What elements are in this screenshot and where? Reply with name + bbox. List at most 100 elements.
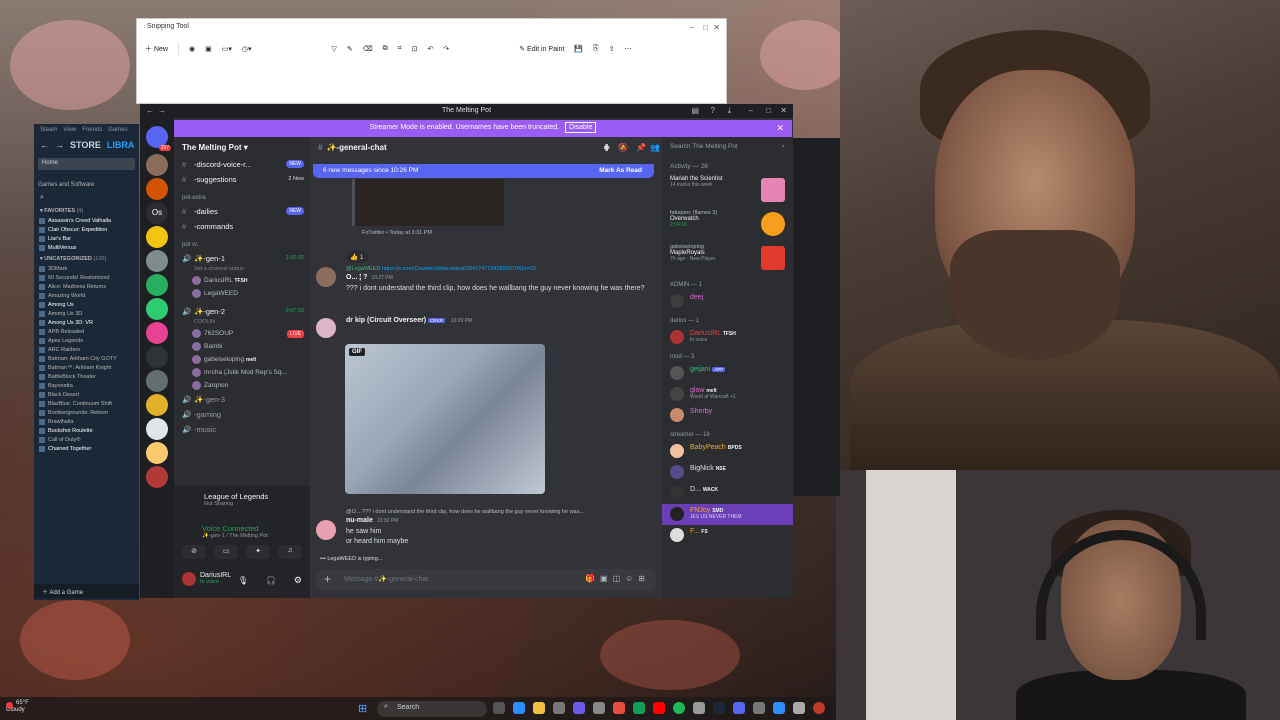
save-icon[interactable]: 💾 bbox=[574, 45, 583, 53]
threads-icon[interactable]: ⋕ bbox=[603, 143, 610, 152]
game-item[interactable]: BattleBlock Theater bbox=[34, 372, 139, 381]
voice-channel[interactable]: 🔊 -music bbox=[174, 422, 310, 437]
voice-user[interactable]: mrcha (Jstik Mod Rep's Sq... bbox=[174, 366, 310, 379]
notification-icon[interactable]: 🔕 bbox=[618, 143, 628, 152]
avatar[interactable] bbox=[316, 267, 336, 287]
activities-icon[interactable]: ✦ bbox=[246, 545, 270, 559]
opera-icon[interactable] bbox=[613, 702, 625, 714]
snip-mode-icon[interactable]: ◉ bbox=[189, 45, 195, 53]
member-item[interactable]: D... WACK bbox=[662, 483, 793, 504]
server-icon[interactable] bbox=[146, 154, 168, 176]
channel-item[interactable]: # -commands bbox=[174, 219, 310, 234]
game-item[interactable]: Among Us 3D bbox=[34, 309, 139, 318]
edge-icon[interactable] bbox=[633, 702, 645, 714]
minimize-button[interactable]: – bbox=[690, 23, 694, 32]
highlighter-icon[interactable]: ✎ bbox=[347, 45, 353, 53]
store-tab[interactable]: STORE bbox=[70, 140, 101, 150]
sticker-icon[interactable]: ◫ bbox=[613, 574, 626, 583]
menu-games[interactable]: Games bbox=[108, 127, 127, 133]
forward-arrow-icon[interactable]: → bbox=[55, 140, 64, 150]
spotify-icon[interactable] bbox=[673, 702, 685, 714]
voice-user[interactable]: Zarqnon bbox=[174, 379, 310, 392]
home-button[interactable]: Home bbox=[38, 158, 135, 170]
channel-item[interactable]: # -discord-voice-r... NEW bbox=[174, 157, 310, 172]
server-icon[interactable] bbox=[146, 298, 168, 320]
avatar[interactable] bbox=[182, 572, 196, 586]
message-input[interactable]: + Message #✨-general-chat 🎁▣◫☺⊞ bbox=[316, 569, 656, 591]
member-item[interactable]: DariusIRL TFSH In voice bbox=[662, 327, 793, 348]
game-item[interactable]: Clair Obscur: Expedition bbox=[34, 225, 139, 234]
activity-card[interactable]: gabeiseloping MapleRoyals 7h ago · New P… bbox=[662, 242, 793, 276]
help-icon[interactable]: ? bbox=[711, 106, 715, 115]
server-icon[interactable] bbox=[146, 442, 168, 464]
download-icon[interactable]: ⤓ bbox=[727, 106, 731, 116]
soundboard-icon[interactable]: ♫ bbox=[278, 545, 302, 559]
redo-icon[interactable]: ↷ bbox=[443, 45, 449, 53]
apps-icon[interactable]: ⊞ bbox=[638, 574, 650, 583]
message-author[interactable]: nu-male bbox=[346, 517, 373, 524]
discord-icon[interactable] bbox=[733, 702, 745, 714]
voice-connected-label[interactable]: Voice Connected bbox=[202, 524, 302, 533]
pen-icon[interactable]: ▽ bbox=[331, 45, 336, 53]
mark-as-read-button[interactable]: Mark As Read bbox=[599, 167, 642, 174]
reply-preview[interactable]: @LegaWEED https://x.com/CounterStrike/st… bbox=[346, 265, 656, 273]
server-icon[interactable] bbox=[146, 250, 168, 272]
maximize-button[interactable]: □ bbox=[766, 106, 771, 115]
voice-user[interactable]: LegaWEED bbox=[174, 287, 310, 300]
reply-link[interactable]: https://x.com/CounterStrike/status/20477… bbox=[382, 266, 536, 272]
app-icon[interactable] bbox=[593, 702, 605, 714]
game-item[interactable]: Liar's Bar bbox=[34, 234, 139, 243]
member-item[interactable]: F... FS bbox=[662, 525, 793, 546]
reply-preview[interactable]: @O... ??? i dont understand the third cl… bbox=[346, 508, 656, 516]
server-header[interactable]: The Melting Pot ▾ bbox=[174, 137, 310, 157]
member-item[interactable]: FNJoy SMD JES US NEVER THEM bbox=[662, 504, 793, 525]
favorites-header[interactable]: ▾ FAVORITES (4) bbox=[34, 204, 139, 216]
gif-attachment[interactable]: GIF bbox=[345, 344, 545, 494]
game-item[interactable]: Amazing World bbox=[34, 291, 139, 300]
member-item[interactable]: BigNick NSE bbox=[662, 462, 793, 483]
game-item[interactable]: BlazBlue: Continuum Shift bbox=[34, 399, 139, 408]
microphone-icon[interactable]: 🎙 bbox=[238, 576, 248, 585]
inbox-icon[interactable]: ▤ bbox=[691, 106, 699, 115]
app-icon[interactable] bbox=[753, 702, 765, 714]
voice-channel-label[interactable]: ✨-gen-1 / The Melting Pot bbox=[202, 533, 302, 539]
member-item[interactable]: deej bbox=[662, 291, 793, 312]
app-icon[interactable] bbox=[513, 702, 525, 714]
app-icon[interactable] bbox=[773, 702, 785, 714]
new-snip-button[interactable]: ＋ New bbox=[145, 44, 168, 54]
voice-user[interactable]: DariusIRL TFSH bbox=[174, 274, 310, 287]
members-icon[interactable]: 👥 bbox=[650, 143, 660, 152]
camera-off-icon[interactable]: ⊘ bbox=[182, 545, 206, 559]
avatar[interactable] bbox=[316, 318, 336, 338]
voice-user[interactable]: Bambi bbox=[174, 340, 310, 353]
weather-widget[interactable]: 65°F Cloudy bbox=[6, 700, 29, 714]
text-icon[interactable]: ⊡ bbox=[412, 45, 418, 53]
back-arrow-icon[interactable]: ← bbox=[40, 140, 49, 150]
channel-item[interactable]: # -dailies NEW bbox=[174, 204, 310, 219]
server-icon[interactable] bbox=[146, 274, 168, 296]
channel-status[interactable]: Set a channel status bbox=[174, 266, 310, 274]
activity-header[interactable]: Activity — 28 bbox=[662, 157, 793, 174]
message-author[interactable]: dr kip (Circuit Overseer) bbox=[346, 317, 426, 324]
menu-view[interactable]: View bbox=[63, 127, 76, 133]
game-item[interactable]: Among Us 3D: VR bbox=[34, 318, 139, 327]
emoji-icon[interactable]: ☺ bbox=[625, 574, 638, 583]
steam-icon[interactable] bbox=[713, 702, 725, 714]
activity-card[interactable]: fakeperc (flames 3) Overwatch 2:04:16 bbox=[662, 208, 793, 242]
headphones-icon[interactable]: 🎧 bbox=[266, 576, 276, 585]
new-messages-bar[interactable]: 6 new messages since 10:26 PM Mark As Re… bbox=[313, 164, 654, 178]
game-item[interactable]: Batman: Arkham City GOTY bbox=[34, 354, 139, 363]
game-item[interactable]: Chained Together bbox=[34, 444, 139, 453]
game-item[interactable]: Buckshot Roulette bbox=[34, 426, 139, 435]
close-button[interactable]: ✕ bbox=[713, 23, 720, 32]
file-explorer-icon[interactable] bbox=[533, 702, 545, 714]
home-server-icon[interactable]: 197 bbox=[146, 126, 171, 151]
back-arrow-icon[interactable]: ← bbox=[146, 106, 154, 115]
voice-user[interactable]: 762SOUP LIVE bbox=[174, 327, 310, 340]
search-icon[interactable]: ⌕ bbox=[34, 192, 139, 204]
screenshare-icon[interactable]: ▭ bbox=[214, 545, 238, 559]
activity-card[interactable]: Mariah the Scientist 14 tracks this week bbox=[662, 174, 793, 208]
app-icon[interactable] bbox=[553, 702, 565, 714]
embed-image[interactable] bbox=[352, 179, 504, 226]
category-pot-vc[interactable]: pot vc bbox=[174, 234, 310, 251]
